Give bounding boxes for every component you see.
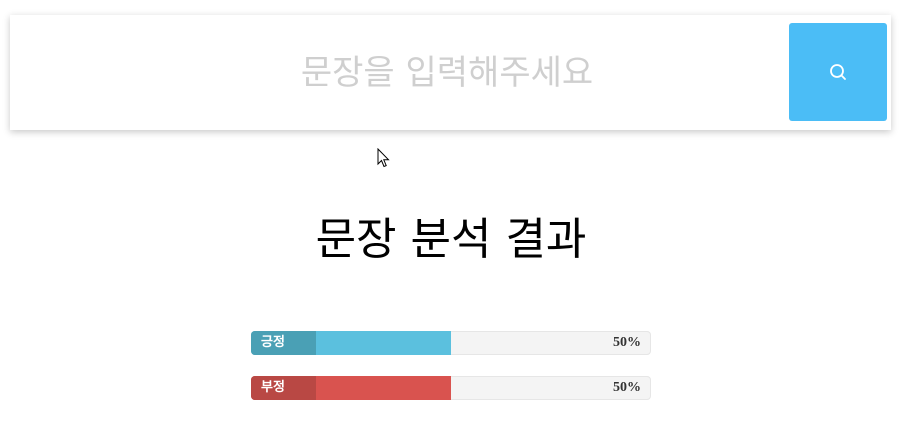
page: 문장 분석 결과 긍정 50% 부정 50% — [0, 0, 902, 428]
positive-percent: 50% — [613, 335, 641, 350]
search-button[interactable] — [789, 23, 887, 121]
search-icon — [830, 64, 846, 80]
negative-percent: 50% — [613, 380, 641, 395]
negative-bar: 부정 50% — [251, 376, 651, 400]
search-bar — [10, 15, 891, 130]
search-input[interactable] — [10, 15, 789, 130]
positive-bar: 긍정 50% — [251, 331, 651, 355]
negative-bar-label: 부정 — [251, 376, 316, 400]
result-title: 문장 분석 결과 — [315, 214, 587, 265]
mouse-cursor-icon — [377, 148, 390, 168]
positive-bar-label: 긍정 — [251, 331, 316, 355]
